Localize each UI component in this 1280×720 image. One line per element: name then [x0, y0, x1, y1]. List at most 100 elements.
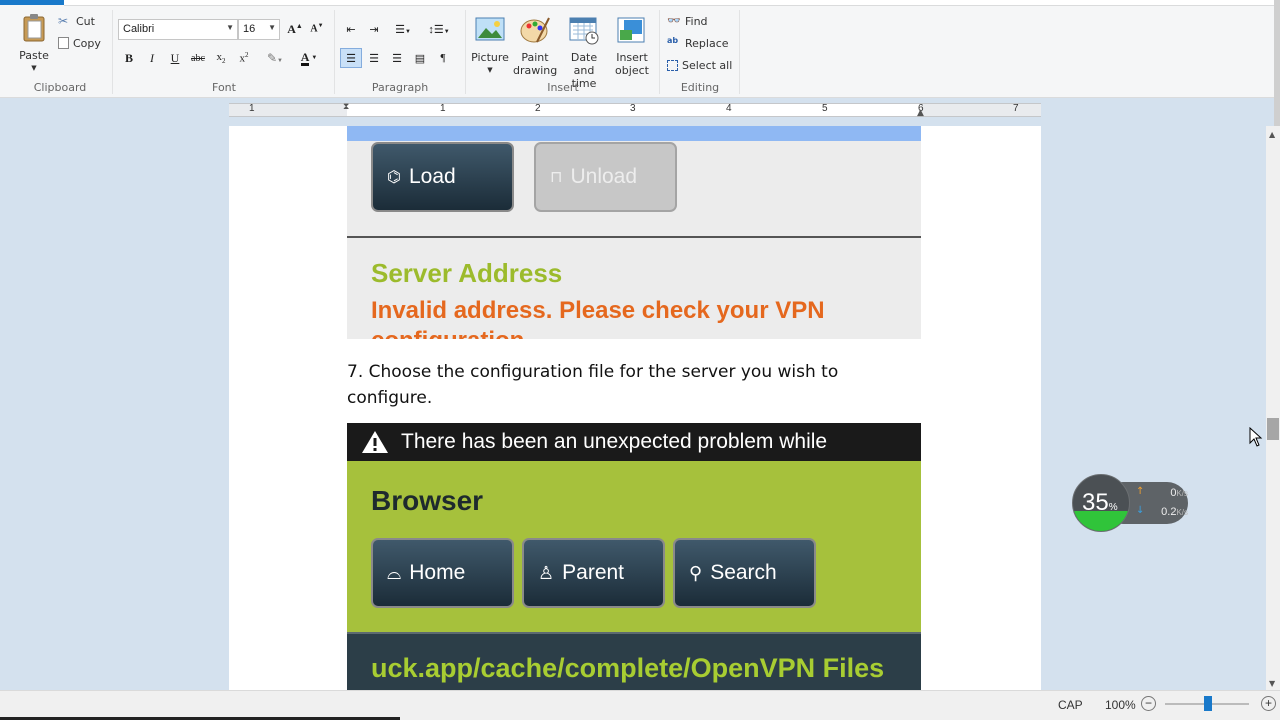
font-size-select[interactable]: 16 ▼ [238, 19, 280, 40]
search-button-image: ⚲ Search [673, 538, 816, 608]
subscript-button[interactable]: x2 [210, 48, 232, 68]
ruler-number: 2 [535, 103, 541, 114]
paint-drawing-button[interactable]: Paint drawing [513, 14, 557, 77]
picture-label: Picture [471, 51, 509, 64]
separator [465, 10, 466, 94]
date-time-button[interactable]: Date and time [559, 14, 609, 90]
browser-title: Browser [371, 485, 484, 516]
paragraph-settings-button[interactable]: ¶ [432, 48, 454, 68]
strikethrough-button[interactable]: abc [187, 48, 209, 68]
underline-button[interactable]: U [164, 48, 186, 68]
replace-button[interactable]: ab Replace [667, 34, 729, 52]
decrease-indent-button[interactable]: ⇤ [340, 19, 362, 39]
binoculars-icon: 👓 [667, 14, 681, 27]
separator [739, 10, 740, 94]
scrollbar-thumb[interactable] [1267, 418, 1279, 440]
grow-font-button[interactable]: A▲ [284, 19, 306, 39]
scroll-down-icon[interactable]: ▼ [1269, 679, 1275, 688]
align-center-button[interactable]: ☰ [363, 48, 385, 68]
superscript-button[interactable]: x2 [233, 48, 255, 68]
network-speed-widget[interactable]: 35% ↑ 0K/s ↓ 0.2K/s [1072, 474, 1190, 532]
separator [334, 10, 335, 94]
vertical-scrollbar[interactable]: ▲ ▼ [1266, 126, 1280, 690]
editing-group: 👓 Find ab Replace Select all Editing [661, 8, 739, 96]
right-indent-marker[interactable]: ▲ [917, 108, 924, 118]
embedded-screenshot-browser[interactable]: There has been an unexpected problem whi… [347, 423, 921, 690]
italic-button[interactable]: I [141, 48, 163, 68]
font-family-select[interactable]: Calibri ▼ [118, 19, 238, 40]
zoom-slider-thumb[interactable] [1204, 696, 1212, 711]
find-button[interactable]: 👓 Find [667, 12, 708, 30]
upload-speed: 0K/s [1136, 487, 1188, 499]
load-icon: ⌬ [387, 169, 401, 186]
paste-button[interactable]: Paste ▼ [12, 12, 56, 75]
subscript-icon: x2 [216, 50, 226, 66]
ruler-number: 4 [726, 103, 732, 114]
parent-button-image: ♙ Parent [522, 538, 665, 608]
ruler-number: 5 [822, 103, 828, 114]
paste-icon [23, 14, 45, 42]
insert-object-label-1: Insert [616, 51, 648, 64]
date-time-label-1: Date and [570, 51, 598, 77]
picture-dropdown-icon[interactable]: ▼ [469, 64, 511, 77]
bullets-button[interactable]: ☰▼ [388, 19, 418, 39]
copy-button[interactable]: Copy [58, 34, 101, 52]
insert-object-button[interactable]: Insert object [611, 14, 653, 77]
insert-group-label: Insert [547, 81, 579, 94]
bullet-list-icon: ☰▼ [395, 23, 411, 36]
align-right-button[interactable]: ☰ [386, 48, 408, 68]
cut-label: Cut [76, 14, 95, 28]
cut-button[interactable]: ✂ Cut [58, 12, 95, 30]
warning-text: There has been an unexpected problem whi… [401, 430, 828, 453]
usage-percent-value: 35 [1082, 489, 1109, 516]
align-left-button[interactable]: ☰ [340, 48, 362, 68]
parent-label: Parent [562, 561, 625, 584]
paragraph-icon: ¶ [440, 52, 446, 64]
paste-dropdown-icon[interactable]: ▼ [12, 62, 56, 75]
usage-percent: 35% [1082, 489, 1118, 517]
zoom-in-icon[interactable]: + [1261, 696, 1276, 711]
file-tab-indicator[interactable] [0, 0, 64, 5]
ruler-number: 1 [440, 103, 446, 114]
increase-indent-button[interactable]: ⇥ [363, 19, 385, 39]
download-speed: 0.2K/s [1136, 506, 1188, 518]
paragraph-group-label: Paragraph [371, 81, 429, 94]
left-indent-marker[interactable]: ⧗ [343, 102, 349, 112]
line-spacing-button[interactable]: ↕☰▼ [424, 19, 454, 39]
zoom-level: 100% [1105, 698, 1136, 712]
font-group-label: Font [212, 81, 236, 94]
outdent-icon: ⇤ [346, 23, 356, 36]
select-all-button[interactable]: Select all [667, 56, 732, 74]
align-right-icon: ☰ [392, 52, 402, 65]
clipboard-group: Paste ▼ ✂ Cut Copy Clipboard [8, 8, 112, 96]
justify-button[interactable]: ▤ [409, 48, 431, 68]
download-value: 0.2 [1161, 506, 1177, 518]
bold-button[interactable]: B [118, 48, 140, 68]
picture-button[interactable]: Picture ▼ [469, 14, 511, 77]
ruler-number: 3 [630, 103, 636, 114]
font-color-button[interactable]: A ▼ [294, 48, 324, 68]
step-7-text: 7. Choose the configuration file for the… [347, 362, 839, 408]
shrink-font-button[interactable]: A▼ [306, 19, 328, 39]
zoom-out-icon[interactable]: − [1141, 696, 1156, 711]
status-bar: CAP 100% − + [0, 690, 1280, 720]
ruler[interactable]: 1 1 2 3 4 5 6 7 ⧗ ▲ [229, 102, 1041, 118]
unload-label: Unload [570, 165, 638, 188]
paragraph-group: ⇤ ⇥ ☰▼ ↕☰▼ ☰ ☰ ☰ ▤ ¶ Paragraph [336, 8, 464, 96]
calendar-clock-icon [569, 17, 599, 45]
highlight-button[interactable]: ✎▼ [260, 48, 290, 68]
scroll-up-icon[interactable]: ▲ [1269, 130, 1275, 139]
insert-object-label-2: object [615, 64, 649, 77]
chevron-down-icon: ▼ [268, 23, 276, 32]
object-icon [617, 17, 645, 43]
load-button-image: ⌬ Load [371, 142, 514, 212]
chevron-down-icon: ▼ [226, 23, 234, 32]
mouse-cursor-icon [1249, 427, 1263, 447]
window-edge [1274, 0, 1280, 126]
indent-icon: ⇥ [369, 23, 379, 36]
load-label: Load [408, 165, 456, 188]
scissors-icon: ✂ [58, 14, 69, 28]
ruler-number: 1 [249, 103, 255, 114]
embedded-screenshot-vpn[interactable]: ⌬ Load ⊓ Unload Server Address Invalid a… [347, 126, 921, 339]
select-all-label: Select all [682, 58, 733, 72]
